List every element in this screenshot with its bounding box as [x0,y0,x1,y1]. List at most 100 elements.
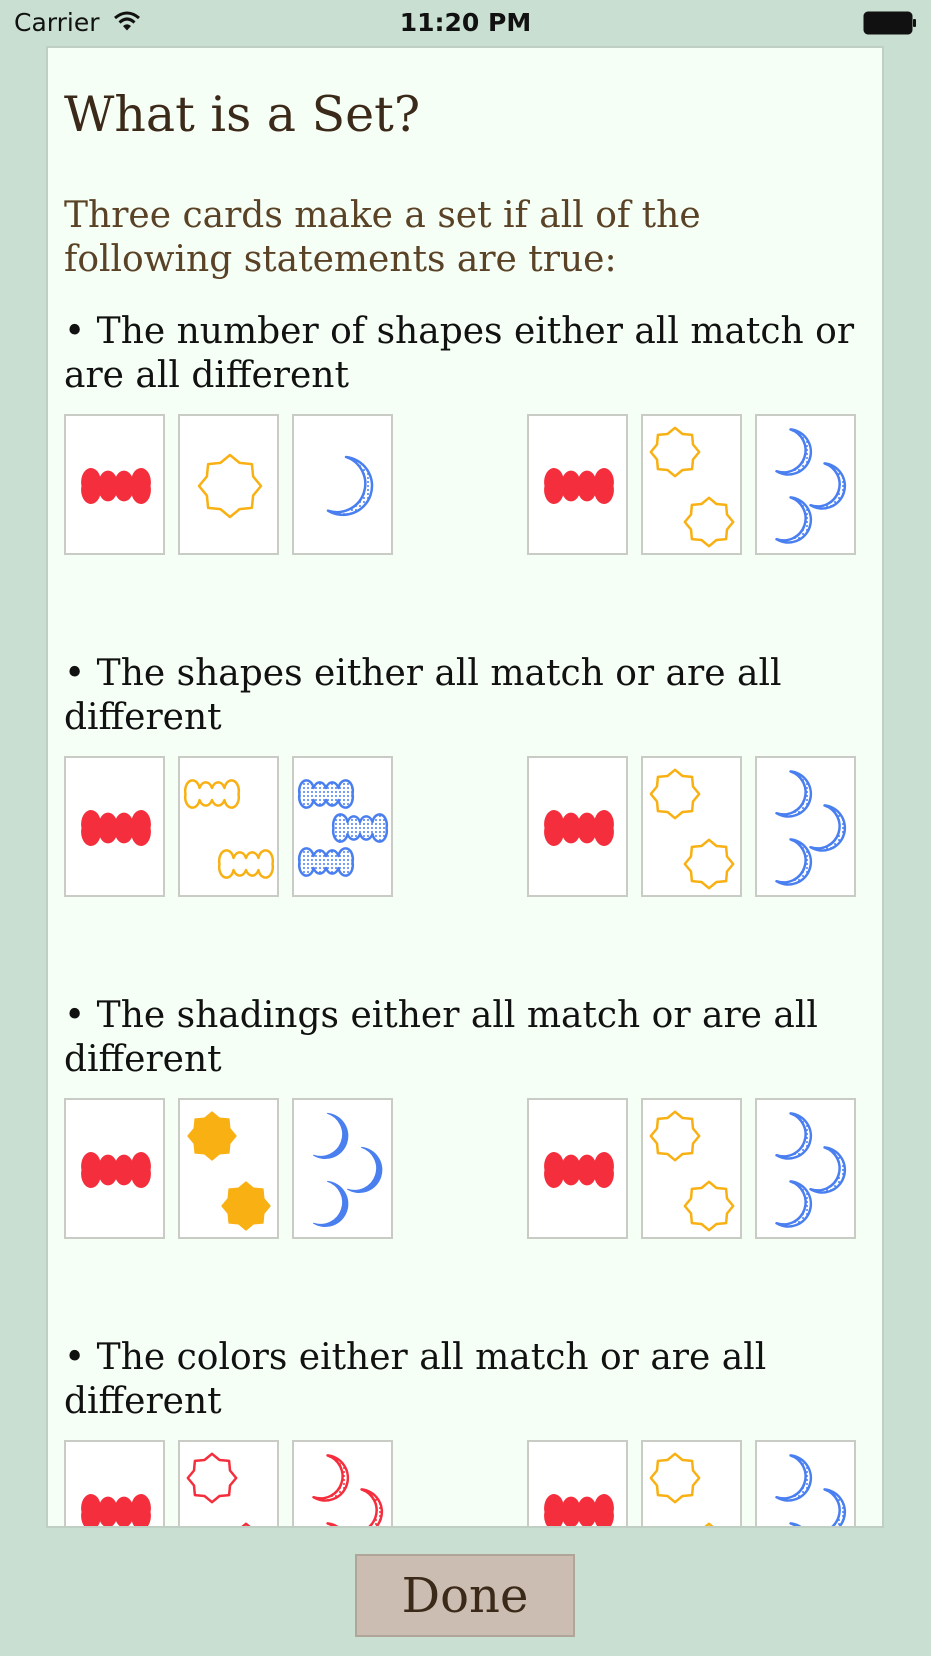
cloud-solid-red-shapes [544,1494,614,1526]
sun-icon [683,838,735,890]
cloud-solid-red-shapes [544,1152,614,1188]
moon-dotted-blue-shapes [775,1454,847,1526]
card [641,1440,742,1526]
card [755,414,856,555]
moon-dotted-blue-shapes [775,1112,847,1228]
moon-icon [789,1522,802,1526]
moon-icon [313,1112,349,1159]
moon-dotted-blue-shapes [326,455,374,517]
sun-icon [683,496,735,548]
sun-icon [221,1181,271,1231]
sun-icon [683,1180,735,1232]
cloud-icon [544,810,614,846]
moon-icon [326,1522,339,1526]
card [527,414,628,555]
moon-icon [347,1146,383,1193]
intro-text: Three cards make a set if all of the fol… [64,195,701,280]
cloud-icon [217,849,275,879]
card [755,1098,856,1239]
card [755,1440,856,1526]
battery-icon [863,11,917,39]
cloud-icon [81,468,151,504]
card [64,756,165,897]
sun-solid-yellow-shapes [187,1111,271,1231]
cloud-icon [544,468,614,504]
moon-icon [360,1488,384,1526]
rule-text: • The colors either all match or are all… [64,1337,767,1422]
moon-icon [775,1454,813,1502]
sun-icon [704,1522,714,1526]
cloud-solid-red-shapes [81,1152,151,1188]
moon-solid-blue-shapes [313,1112,383,1227]
cloud-solid-red-shapes [81,810,151,846]
cloud-icon [544,1494,614,1526]
cloud-icon [81,1152,151,1188]
cloud-icon [297,847,355,877]
card [292,414,393,555]
card [292,756,393,897]
card [641,414,742,555]
status-bar: Carrier 11:20 PM [0,0,931,46]
cloud-icon [331,813,389,843]
card [641,1098,742,1239]
sun-icon [197,453,263,519]
cloud-icon [544,1152,614,1188]
card [64,1098,165,1239]
help-panel[interactable]: What is a Set? Three cards make a set if… [46,46,884,1528]
sun-icon [649,1110,701,1162]
moon-icon [809,804,847,852]
rule-text: • The number of shapes either all match … [64,311,855,396]
rule-text: • The shadings either all match or are a… [64,995,818,1080]
card [178,1440,279,1526]
sun-open-yellow-shapes [649,426,735,548]
moon-icon [326,455,374,517]
cloud-icon [81,810,151,846]
sun-icon [649,768,701,820]
sun-icon [649,426,701,478]
cloud-dotted-blue-shapes [297,779,389,877]
cloud-solid-red-shapes [544,468,614,504]
cloud-solid-red-shapes [544,810,614,846]
moon-icon [775,496,813,544]
moon-icon [823,1488,847,1526]
sun-icon [649,1452,701,1504]
moon-icon [775,838,813,886]
cloud-solid-red-shapes [81,468,151,504]
card [527,1098,628,1239]
done-button[interactable]: Done [355,1554,575,1637]
sun-open-yellow-shapes [649,1452,714,1526]
moon-dotted-blue-shapes [775,770,847,886]
card [292,1098,393,1239]
moon-icon [775,1180,813,1228]
sun-icon [241,1522,251,1526]
moon-icon [809,462,847,510]
moon-icon [312,1454,350,1502]
card [64,1440,165,1526]
sun-open-yellow-shapes [649,768,735,890]
rule-text: • The shapes either all match or are all… [64,653,782,738]
card [755,756,856,897]
cloud-icon [183,779,241,809]
sun-open-red-shapes [186,1452,251,1526]
moon-icon [809,1146,847,1194]
cloud-icon [81,1494,151,1526]
cloud-solid-red-shapes [81,1494,151,1526]
cloud-icon [297,779,355,809]
card [641,756,742,897]
sun-open-yellow-shapes [649,1110,735,1232]
moon-dotted-red-shapes [312,1454,384,1526]
cloud-open-yellow-shapes [183,779,275,879]
sun-icon [186,1452,238,1504]
card [527,756,628,897]
page-title: What is a Set? [64,86,421,143]
moon-icon [313,1180,349,1227]
moon-icon [775,1112,813,1160]
card [292,1440,393,1526]
card [178,1098,279,1239]
moon-icon [775,428,813,476]
status-time: 11:20 PM [399,8,532,37]
card [64,414,165,555]
moon-icon [775,770,813,818]
card [527,1440,628,1526]
card [178,414,279,555]
